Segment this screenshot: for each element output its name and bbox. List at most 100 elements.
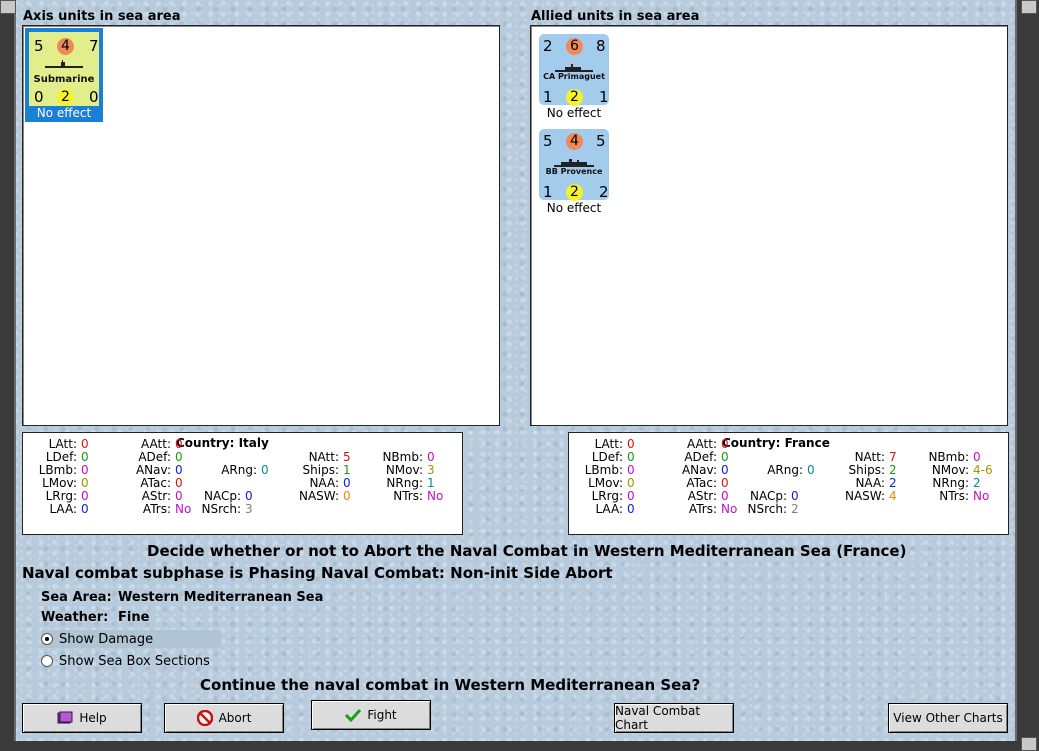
axis-unit-counter-submarine[interactable]: 5 4 7 Submarine 0 2 0 [29, 32, 99, 107]
counter-asw: 2 [599, 183, 609, 201]
allied-unit-counter-ca-primaguet[interactable]: 2 6 8 CA Primaguet 1 2 1 [539, 34, 609, 106]
stat-nrng: NRng: 1 [386, 476, 435, 490]
help-label: Help [79, 711, 107, 725]
book-icon [57, 711, 73, 724]
counter-name: Submarine [33, 74, 95, 85]
show-damage-option[interactable]: Show Damage [41, 630, 221, 648]
stat-latt: LAtt: 0 [594, 437, 635, 451]
stat-nmov: NMov: 4-6 [931, 463, 993, 477]
naval-combat-chart-label: Naval Combat Chart [615, 704, 701, 732]
stat-lmov: LMov: 0 [588, 476, 635, 490]
stat-laa: LAA: 0 [595, 502, 635, 516]
axis-units-title: Axis units in sea area [23, 9, 181, 24]
naval-combat-chart-button[interactable]: Naval Combat Chart [614, 703, 734, 733]
stat-naa: NAA: 2 [855, 476, 897, 490]
continue-question: Continue the naval combat in Western Med… [200, 676, 701, 694]
counter-strength: 4 [566, 133, 583, 150]
counter-range: 5 [596, 132, 606, 150]
stat-astr: AStr: 0 [141, 489, 183, 503]
fight-label: Fight [367, 708, 397, 722]
allied-stats-panel: Country: France LAtt: 0 LDef: 0 LBmb: 0 LMov: 0 L… [568, 432, 1009, 535]
axis-stats-panel: Country: Italy LAtt: 0 LDef: 0 LBmb: 0 LMov: 0 LR… [22, 432, 463, 535]
show-damage-label: Show Damage [59, 631, 154, 647]
stat-aatt: AAtt: 0 [687, 437, 729, 451]
counter-range: 8 [596, 37, 606, 55]
stat-nasw: NASW: 0 [298, 489, 351, 503]
axis-units-panel: 5 4 7 Submarine 0 2 0 No effect [22, 25, 500, 426]
stat-nacp: NACp: 0 [203, 489, 253, 503]
show-sections-radio[interactable] [41, 655, 53, 667]
stat-lrrg: LRrg: 0 [591, 489, 635, 503]
stat-anav: ANav: 0 [681, 463, 729, 477]
allied-units-panel: 2 6 8 CA Primaguet 1 2 1 No effect 5 4 5… [530, 25, 1008, 426]
stat-nmov: NMov: 3 [385, 463, 435, 477]
stat-nbmb: NBmb: 0 [928, 450, 981, 464]
counter-name: CA Primaguet [543, 72, 605, 81]
resize-grip-icon[interactable] [1021, 737, 1037, 751]
stat-lmov: LMov: 0 [42, 476, 89, 490]
stat-nasw: NASW: 4 [844, 489, 897, 503]
abort-label: Abort [218, 711, 252, 725]
stat-ntrs: NTrs: No [939, 489, 990, 503]
fight-button[interactable]: Fight [311, 700, 431, 730]
stat-latt: LAtt: 0 [48, 437, 89, 451]
sea-area-value: Western Mediterranean Sea [118, 590, 324, 605]
show-sections-label: Show Sea Box Sections [59, 653, 210, 669]
stat-ntrs: NTrs: No [393, 489, 444, 503]
no-entry-icon [196, 710, 213, 726]
corner-button-top-right[interactable] [1021, 0, 1037, 14]
stat-ships: Ships: 1 [302, 463, 351, 477]
counter-move: 2 [566, 89, 583, 106]
counter-name: BB Provence [545, 167, 603, 176]
counter-strength: 6 [566, 38, 583, 55]
allied-unit-effect: No effect [546, 201, 602, 215]
sea-area-label: Sea Area: [41, 590, 112, 605]
window-frame-left [0, 0, 16, 751]
checkmark-icon [345, 708, 362, 722]
counter-aa: 0 [34, 88, 44, 106]
country-label: Country: France [722, 436, 830, 450]
show-sections-option[interactable]: Show Sea Box Sections [41, 652, 210, 670]
stat-atac: ATac: 0 [140, 476, 183, 490]
stat-nsrch: NSrch: 2 [747, 502, 799, 516]
counter-attack: 5 [34, 37, 44, 55]
window-frame-right [1015, 0, 1039, 751]
view-other-charts-label: View Other Charts [893, 711, 1003, 725]
axis-unit-effect: No effect [25, 106, 103, 120]
stat-naa: NAA: 0 [309, 476, 351, 490]
weather-label: Weather: [41, 610, 109, 625]
counter-aa: 1 [543, 183, 553, 201]
window-frame-bottom [0, 741, 1039, 751]
stat-nacp: NACp: 0 [749, 489, 799, 503]
stat-atrs: ATrs: No [688, 502, 738, 516]
stat-adef: ADef: 0 [138, 450, 183, 464]
subphase-message: Naval combat subphase is Phasing Naval C… [22, 564, 613, 582]
stat-adef: ADef: 0 [684, 450, 729, 464]
stat-lbmb: LBmb: 0 [38, 463, 89, 477]
stat-astr: AStr: 0 [687, 489, 729, 503]
country-label: Country: Italy [176, 436, 269, 450]
allied-units-title: Allied units in sea area [531, 9, 700, 24]
stat-ldef: LDef: 0 [45, 450, 89, 464]
stat-natt: NAtt: 5 [308, 450, 351, 464]
help-button[interactable]: Help [22, 703, 142, 733]
stat-natt: NAtt: 7 [854, 450, 897, 464]
stat-nsrch: NSrch: 3 [201, 502, 253, 516]
view-other-charts-button[interactable]: View Other Charts [888, 703, 1008, 733]
decide-message: Decide whether or not to Abort the Naval… [147, 542, 907, 560]
counter-asw: 1 [599, 88, 609, 106]
abort-button[interactable]: Abort [164, 703, 284, 733]
stat-lrrg: LRrg: 0 [45, 489, 89, 503]
corner-button-top-left[interactable] [0, 0, 16, 14]
stat-laa: LAA: 0 [49, 502, 89, 516]
show-damage-radio[interactable] [41, 633, 53, 645]
stat-ldef: LDef: 0 [591, 450, 635, 464]
counter-aa: 1 [543, 88, 553, 106]
allied-unit-counter-bb-provence[interactable]: 5 4 5 BB Provence 1 2 2 [539, 129, 609, 201]
stat-nbmb: NBmb: 0 [382, 450, 435, 464]
stat-lbmb: LBmb: 0 [584, 463, 635, 477]
stat-arng: ARng: 0 [221, 463, 269, 477]
stat-atrs: ATrs: No [142, 502, 192, 516]
counter-move: 2 [566, 184, 583, 201]
counter-range: 7 [89, 37, 99, 55]
